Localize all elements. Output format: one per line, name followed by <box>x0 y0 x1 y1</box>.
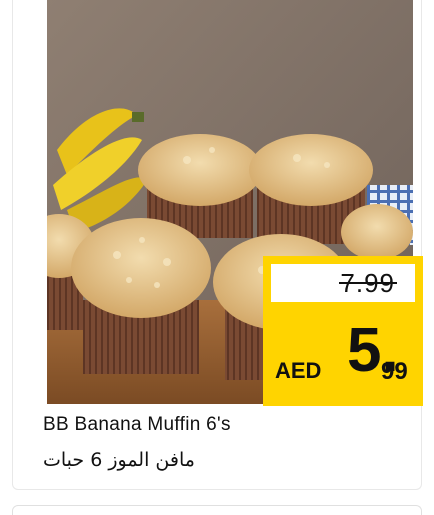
next-product-card[interactable] <box>12 505 422 515</box>
new-price-decimal: 99 <box>381 358 408 385</box>
currency-label: AED <box>275 358 322 383</box>
strikethrough-line <box>339 282 397 284</box>
product-name-arabic: مافن الموز 6 حبات <box>43 449 195 471</box>
old-price-strip: 7.99 <box>271 264 415 302</box>
price-tag: 7.99 AED 5. 99 <box>263 256 423 406</box>
product-name-english: BB Banana Muffin 6's <box>43 414 231 435</box>
product-card[interactable]: 7.99 AED 5. 99 BB Banana Muffin 6's مافن… <box>12 0 423 490</box>
